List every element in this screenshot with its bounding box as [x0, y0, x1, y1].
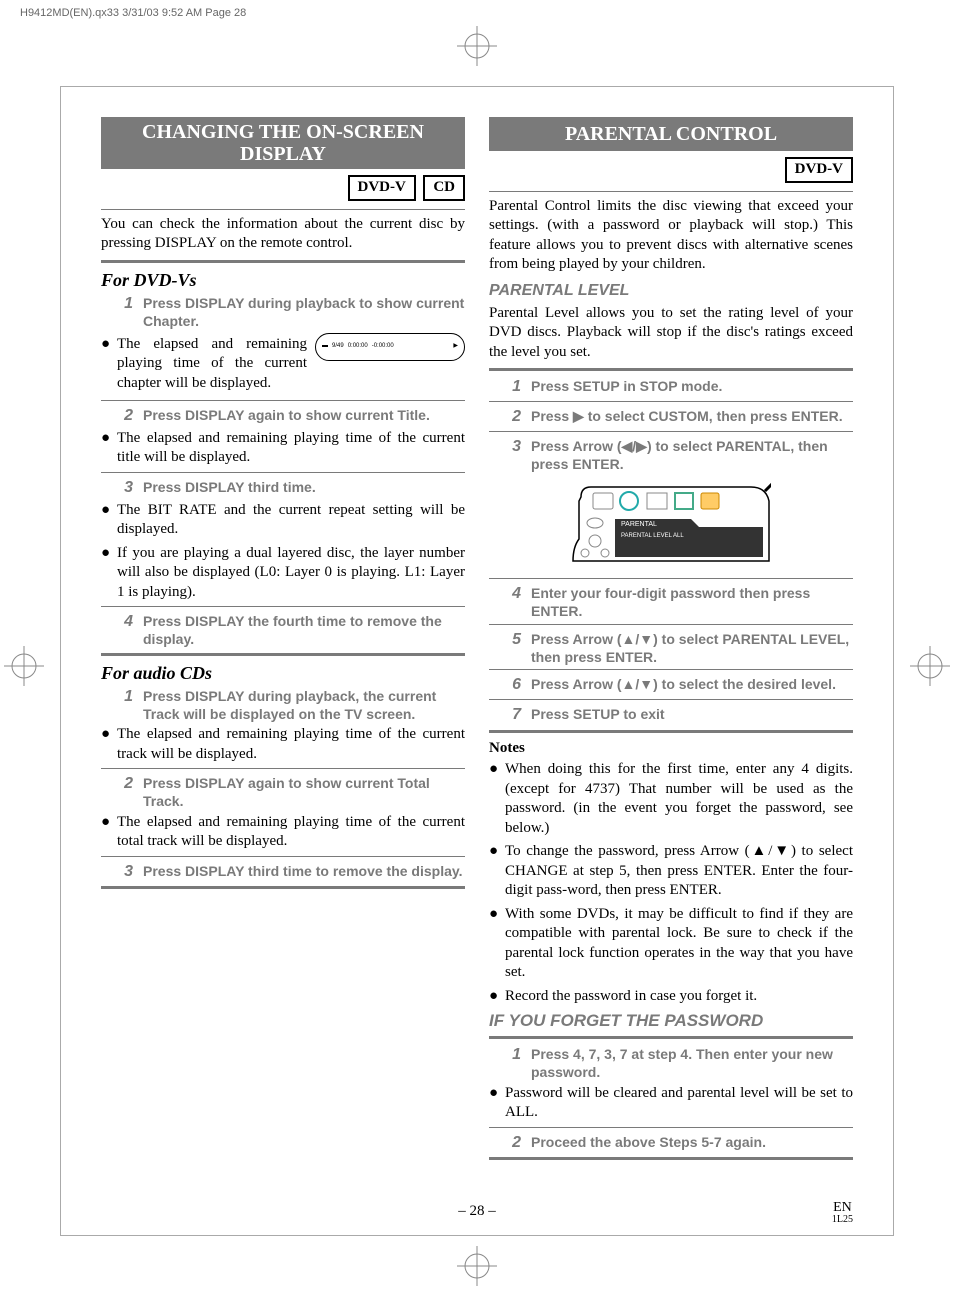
forgot-step-1: 1Press 4, 7, 3, 7 at step 4. Then enter …: [489, 1045, 853, 1081]
cd-step-3: 3Press DISPLAY third time to remove the …: [101, 862, 465, 883]
dvd-step-1-detail: ●The elapsed and remaining playing time …: [101, 335, 307, 394]
note-2: ●To change the password, press Arrow (▲/…: [489, 842, 853, 901]
pc-step-4: 4Enter your four-digit password then pre…: [489, 584, 853, 620]
parental-level-head: PARENTAL LEVEL: [489, 281, 853, 302]
dvd-section-head: For DVD-Vs: [101, 269, 465, 292]
dvd-step-1: 1Press DISPLAY during playback to show c…: [101, 294, 465, 330]
footer-code: 1L25: [832, 1215, 853, 1225]
osd-illustration: 9/49 0:00:00 -0:00:00 ▶: [315, 333, 465, 361]
dvd-step-3-detail-2: ●If you are playing a dual layered disc,…: [101, 544, 465, 603]
notes-heading: Notes: [489, 739, 853, 759]
note-4: ●Record the password in case you forget …: [489, 987, 853, 1007]
cd-step-1-detail: ●The elapsed and remaining playing time …: [101, 725, 465, 764]
registration-mark-bottom: [0, 1246, 954, 1292]
dvd-step-3-detail-1: ●The BIT RATE and the current repeat set…: [101, 501, 465, 540]
rule: [101, 260, 465, 263]
illus-tab-label: PARENTAL: [621, 521, 657, 528]
print-slug: H9412MD(EN).qx33 3/31/03 9:52 AM Page 28: [0, 0, 954, 26]
osd-elapsed: 0:00:00: [348, 343, 368, 351]
left-column: CHANGING THE ON-SCREEN DISPLAY DVD-V CD …: [101, 117, 465, 1166]
dvd-step-4: 4Press DISPLAY the fourth time to remove…: [101, 612, 465, 648]
pc-step-3: 3Press Arrow (◀/▶) to select PARENTAL, t…: [489, 437, 853, 473]
osd-remain: -0:00:00: [372, 343, 394, 351]
illus-line-label: PARENTAL LEVEL ALL: [621, 533, 684, 539]
rule: [101, 209, 465, 210]
registration-mark-top: [457, 26, 497, 72]
cd-step-1: 1Press DISPLAY during playback, the curr…: [101, 687, 465, 723]
dvd-step-3: 3Press DISPLAY third time.: [101, 478, 465, 499]
footer-lang: EN: [832, 1201, 853, 1215]
forgot-step-1-detail: ●Password will be cleared and parental l…: [489, 1084, 853, 1123]
disc-tag-dvdv: DVD-V: [348, 175, 416, 201]
osd-track: 9/49: [332, 343, 344, 351]
right-intro: Parental Control limits the disc viewing…: [489, 197, 853, 275]
registration-mark-right: [910, 646, 950, 692]
left-intro: You can check the information about the …: [101, 215, 465, 254]
printer-marks-top: [0, 26, 954, 86]
parental-menu-illustration: PARENTAL PARENTAL LEVEL ALL: [571, 479, 771, 575]
pc-step-5: 5Press Arrow (▲/▼) to select PARENTAL LE…: [489, 630, 853, 666]
footer-codes: EN 1L25: [832, 1201, 853, 1225]
right-banner: PARENTAL CONTROL: [489, 117, 853, 151]
note-3: ●With some DVDs, it may be difficult to …: [489, 905, 853, 983]
forgot-head: IF YOU FORGET THE PASSWORD: [489, 1010, 853, 1032]
note-1: ●When doing this for the first time, ent…: [489, 760, 853, 838]
cd-section-head: For audio CDs: [101, 662, 465, 685]
forgot-step-2: 2Proceed the above Steps 5-7 again.: [489, 1133, 853, 1154]
dvd-step-2-detail: ●The elapsed and remaining playing time …: [101, 429, 465, 468]
page-number: – 28 –: [61, 1202, 893, 1222]
play-icon: ▶: [453, 343, 458, 351]
cd-step-2: 2Press DISPLAY again to show current Tot…: [101, 774, 465, 810]
pc-step-6: 6Press Arrow (▲/▼) to select the desired…: [489, 675, 853, 696]
left-banner: CHANGING THE ON-SCREEN DISPLAY: [101, 117, 465, 169]
page-frame: CHANGING THE ON-SCREEN DISPLAY DVD-V CD …: [60, 86, 894, 1236]
right-column: PARENTAL CONTROL DVD-V Parental Control …: [489, 117, 853, 1166]
dvd-step-2: 2Press DISPLAY again to show current Tit…: [101, 406, 465, 427]
cd-step-2-detail: ●The elapsed and remaining playing time …: [101, 813, 465, 852]
registration-mark-left: [4, 646, 44, 692]
pc-step-7: 7Press SETUP to exit: [489, 705, 853, 726]
disc-tag-dvdv-right: DVD-V: [785, 157, 853, 183]
pc-step-1: 1Press SETUP in STOP mode.: [489, 377, 853, 398]
disc-tag-cd: CD: [423, 175, 465, 201]
pc-step-2: 2Press ▶ to select CUSTOM, then press EN…: [489, 407, 853, 428]
parental-level-para: Parental Level allows you to set the rat…: [489, 304, 853, 363]
